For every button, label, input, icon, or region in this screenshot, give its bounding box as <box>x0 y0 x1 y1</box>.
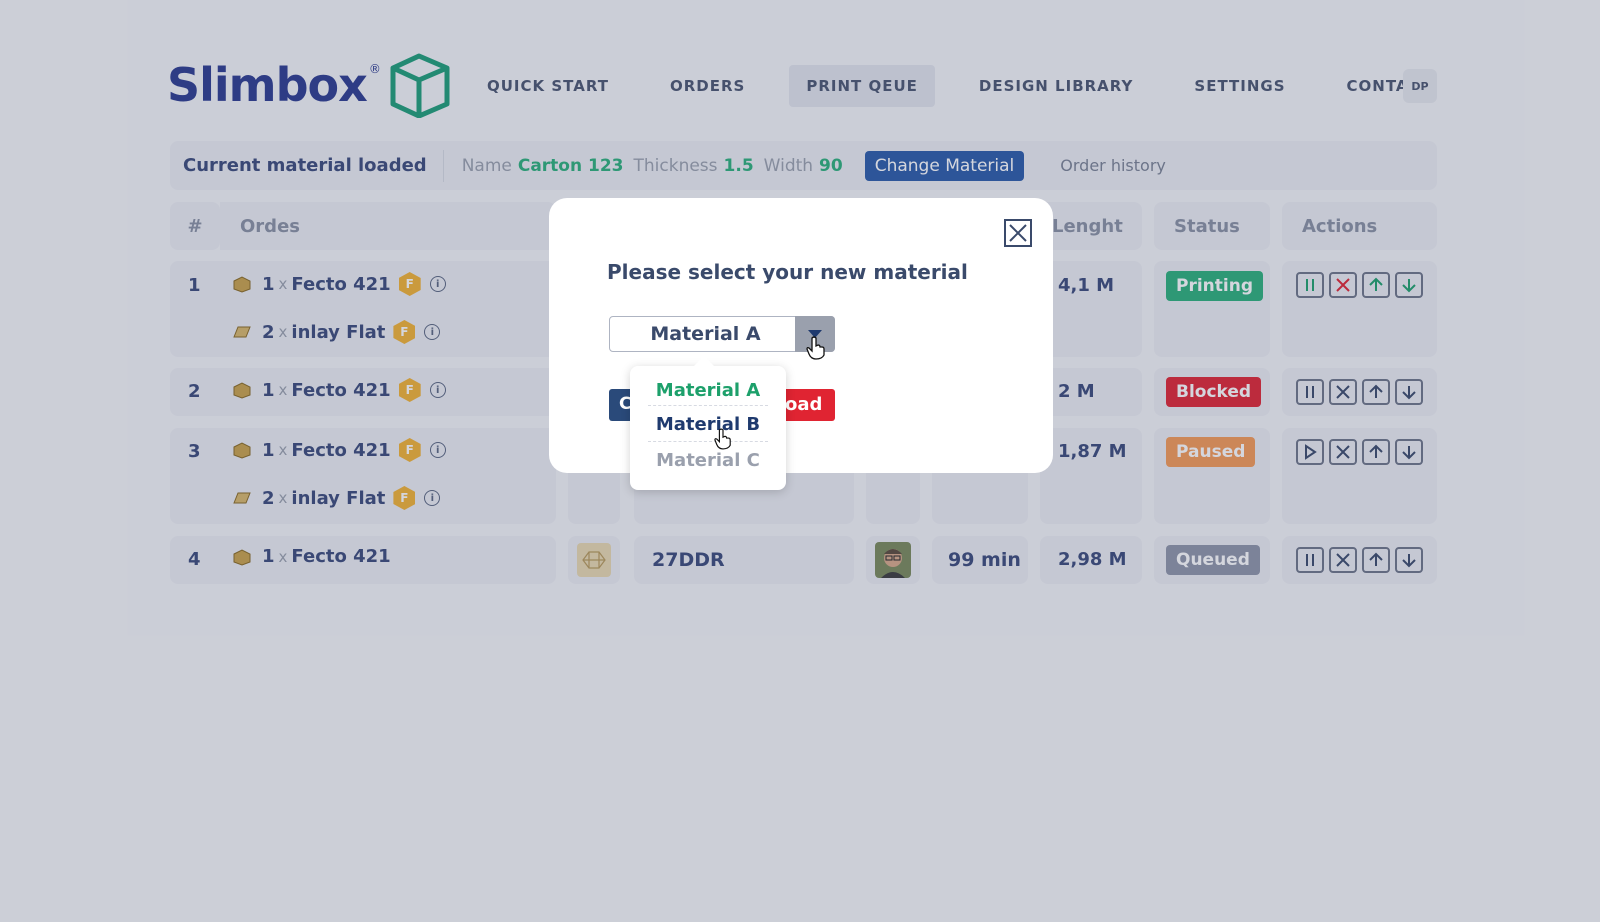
option-material-c[interactable]: Material C <box>648 444 768 478</box>
hand-cursor-icon <box>806 336 825 360</box>
close-icon[interactable] <box>1004 219 1032 247</box>
select-material-modal: Please select your new material Material… <box>549 198 1053 473</box>
option-material-b[interactable]: Material B <box>648 408 768 442</box>
option-material-a[interactable]: Material A <box>648 374 768 406</box>
material-dropdown: Material A Material B Material C <box>630 356 786 490</box>
material-select-value: Material A <box>650 323 761 345</box>
modal-title: Please select your new material <box>607 260 968 284</box>
hand-cursor-icon <box>714 428 731 450</box>
material-select[interactable]: Material A <box>609 316 835 352</box>
